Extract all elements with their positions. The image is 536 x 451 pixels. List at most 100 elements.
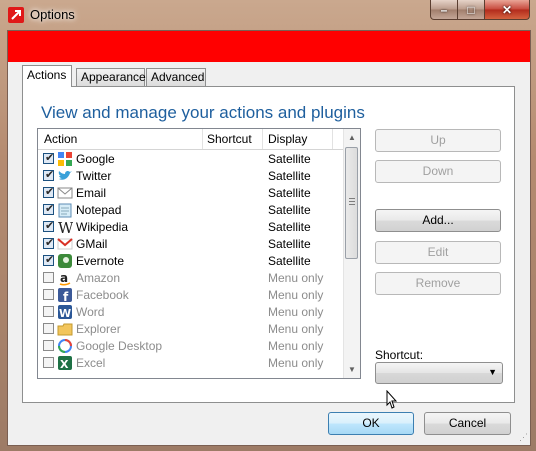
checkmark-icon: ✔	[45, 203, 55, 215]
panel-heading: View and manage your actions and plugins	[41, 103, 365, 122]
maximize-button[interactable]: □	[458, 0, 485, 20]
options-window: Options – □ ✕ Actions Appearance Advance…	[0, 0, 536, 451]
amazon-icon: a	[59, 271, 71, 286]
list-item[interactable]: ✔ Evernote Satellite	[38, 253, 344, 270]
enable-checkbox[interactable]: ✔	[43, 220, 55, 232]
down-button[interactable]: Down	[375, 160, 501, 183]
gmail-icon	[57, 238, 73, 250]
action-name: Explorer	[76, 322, 121, 336]
maximize-icon: □	[467, 2, 475, 17]
enable-checkbox[interactable]	[43, 289, 54, 300]
enable-checkbox[interactable]	[43, 272, 54, 283]
header-banner	[8, 31, 530, 62]
facebook-icon: f	[58, 288, 72, 303]
list-item[interactable]: Explorer Menu only	[38, 321, 344, 338]
checkmark-icon: ✔	[45, 186, 55, 198]
enable-checkbox[interactable]: ✔	[43, 254, 54, 266]
shortcut-dropdown[interactable]: ▼	[375, 362, 503, 384]
action-display: Satellite	[268, 169, 311, 183]
list-item[interactable]: W Word Menu only	[38, 304, 344, 321]
checkmark-icon: ✔	[45, 220, 55, 232]
window-title: Options	[30, 7, 75, 22]
up-button[interactable]: Up	[375, 129, 501, 152]
edit-button[interactable]: Edit	[375, 241, 501, 264]
column-header-action[interactable]: Action	[44, 129, 77, 149]
enable-checkbox[interactable]	[43, 323, 54, 334]
tab-appearance[interactable]: Appearance	[76, 68, 146, 86]
enable-checkbox[interactable]: ✔	[43, 237, 54, 249]
ok-button[interactable]: OK	[328, 412, 414, 435]
column-header-shortcut[interactable]: Shortcut	[207, 129, 252, 149]
list-item[interactable]: ✔ W Wikipedia Satellite	[38, 219, 344, 236]
list-item[interactable]: ✔ Notepad Satellite	[38, 202, 344, 219]
email-icon	[57, 187, 73, 199]
action-name: GMail	[76, 237, 108, 251]
vertical-scrollbar[interactable]: ▲ ▼	[343, 129, 360, 378]
action-name: Email	[76, 186, 107, 200]
remove-button[interactable]: Remove	[375, 272, 501, 295]
list-header: Action Shortcut Display	[38, 129, 344, 150]
word-icon: W	[58, 305, 72, 320]
mouse-cursor-icon	[386, 390, 398, 409]
action-display: Menu only	[268, 356, 324, 370]
action-name: Notepad	[76, 203, 122, 217]
caption-buttons: – □ ✕	[430, 0, 530, 20]
list-item[interactable]: ✔ Google Satellite	[38, 151, 344, 168]
svg-text:f: f	[63, 290, 69, 303]
action-display: Satellite	[268, 220, 311, 234]
tab-actions[interactable]: Actions	[22, 65, 72, 87]
enable-checkbox[interactable]: ✔	[43, 152, 54, 164]
add-button[interactable]: Add...	[375, 209, 501, 232]
checkmark-icon: ✔	[45, 169, 55, 181]
column-header-display[interactable]: Display	[268, 129, 307, 149]
cancel-button[interactable]: Cancel	[424, 412, 511, 435]
list-item[interactable]: a Amazon Menu only	[38, 270, 344, 287]
enable-checkbox[interactable]	[43, 340, 54, 351]
close-button[interactable]: ✕	[485, 0, 530, 20]
action-display: Menu only	[268, 288, 324, 302]
scrollbar-thumb[interactable]	[345, 147, 358, 259]
minimize-icon: –	[440, 2, 448, 17]
list-rows: ✔ Google Satellite ✔ Twitter Satellite ✔ Email S…	[38, 151, 344, 372]
scroll-up-icon[interactable]: ▲	[344, 129, 360, 146]
minimize-button[interactable]: –	[430, 0, 458, 20]
list-item[interactable]: X Excel Menu only	[38, 355, 344, 372]
svg-text:W: W	[59, 307, 71, 320]
column-divider[interactable]	[332, 129, 333, 149]
list-item[interactable]: Google Desktop Menu only	[38, 338, 344, 355]
enable-checkbox[interactable]: ✔	[43, 169, 55, 181]
actions-list[interactable]: Action Shortcut Display ✔ Google Satellite…	[37, 128, 361, 379]
enable-checkbox[interactable]	[43, 357, 54, 368]
action-name: Google Desktop	[76, 339, 163, 353]
action-name: Word	[76, 305, 105, 319]
shortcut-label: Shortcut:	[375, 348, 424, 362]
svg-text:W: W	[58, 219, 73, 235]
list-item[interactable]: ✔ GMail Satellite	[38, 236, 344, 253]
action-display: Menu only	[268, 339, 324, 353]
list-item[interactable]: ✔ Email Satellite	[38, 185, 344, 202]
resize-grip-icon[interactable]: ⋰	[519, 432, 528, 443]
google-icon	[58, 152, 72, 166]
column-divider[interactable]	[262, 129, 263, 149]
list-item[interactable]: ✔ Twitter Satellite	[38, 168, 344, 185]
enable-checkbox[interactable]	[43, 306, 54, 317]
list-item[interactable]: f Facebook Menu only	[38, 287, 344, 304]
excel-icon: X	[58, 356, 72, 371]
enable-checkbox[interactable]: ✔	[43, 186, 55, 198]
column-divider[interactable]	[202, 129, 203, 149]
twitter-icon	[58, 170, 72, 180]
action-display: Satellite	[268, 254, 311, 268]
action-name: Twitter	[76, 169, 112, 183]
action-name: Amazon	[76, 271, 121, 285]
title-bar[interactable]: Options – □ ✕	[0, 0, 536, 30]
scroll-down-icon[interactable]: ▼	[344, 361, 360, 378]
app-logo-icon	[8, 7, 24, 23]
grip-icon	[349, 198, 355, 207]
action-name: Wikipedia	[76, 220, 129, 234]
svg-text:a: a	[60, 271, 68, 285]
action-display: Satellite	[268, 203, 311, 217]
tab-advanced[interactable]: Advanced	[146, 68, 206, 86]
enable-checkbox[interactable]: ✔	[43, 203, 55, 215]
action-name: Evernote	[76, 254, 125, 268]
notepad-icon	[58, 203, 72, 218]
